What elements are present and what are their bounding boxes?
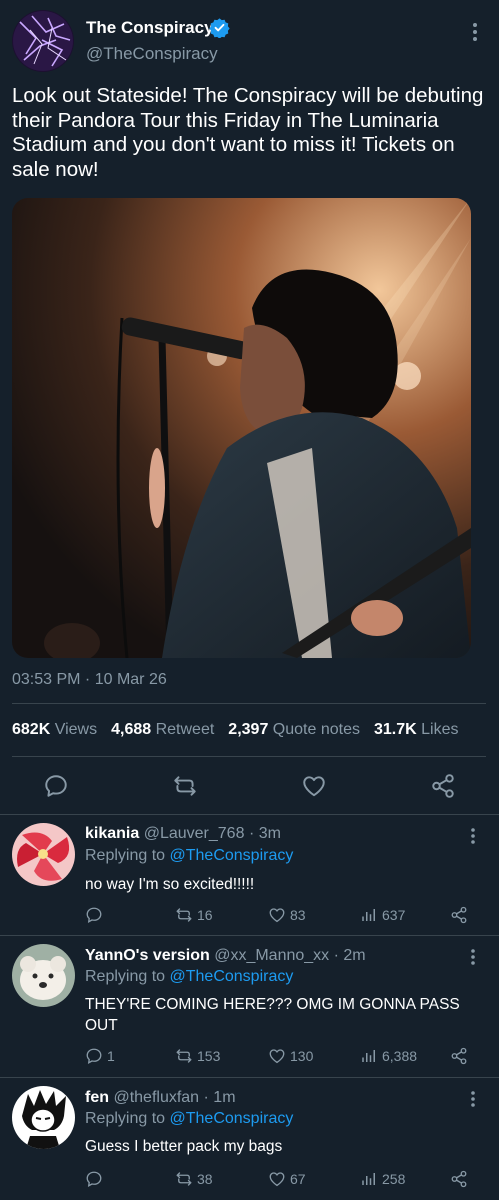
- author-handle[interactable]: @TheConspiracy: [86, 44, 218, 64]
- views-count: 6,388: [382, 1048, 418, 1064]
- replying-to-mention[interactable]: @TheConspiracy: [170, 968, 294, 985]
- replying-to-mention[interactable]: @TheConspiracy: [170, 1110, 294, 1127]
- reply-text: THEY'RE COMING HERE??? OMG IM GONNA PASS…: [85, 996, 460, 1034]
- share-icon: [451, 1170, 467, 1188]
- heart-icon: [269, 1049, 285, 1064]
- tweet-timestamp[interactable]: 03:53 PM · 10 Mar 26: [12, 671, 167, 689]
- more-icon[interactable]: [467, 1090, 479, 1108]
- replying-label: Replying to: [85, 847, 166, 864]
- replying-to-mention[interactable]: @TheConspiracy: [170, 847, 294, 864]
- share-icon: [451, 1047, 467, 1065]
- views-count: 637: [382, 907, 406, 923]
- reply-action-share[interactable]: [450, 905, 472, 925]
- reply-action-views[interactable]: 637: [360, 905, 405, 925]
- retweet-count: 153: [197, 1048, 221, 1064]
- tweet-action-bar: [0, 770, 499, 802]
- views-icon: [362, 1173, 375, 1185]
- reply-action-retweet[interactable]: 16: [175, 905, 213, 925]
- views-icon: [362, 1050, 375, 1062]
- verified-badge-icon: [209, 18, 230, 38]
- reply-time[interactable]: · 3m: [249, 825, 281, 842]
- retweets-stat[interactable]: 4,688 Retweet: [111, 721, 214, 738]
- author-avatar[interactable]: [12, 10, 74, 72]
- heart-icon[interactable]: [301, 773, 327, 799]
- reply-time[interactable]: · 1m: [204, 1089, 236, 1106]
- reply-avatar[interactable]: [12, 944, 75, 1007]
- heart-icon: [269, 1172, 285, 1187]
- views-stat[interactable]: 682K Views: [12, 721, 97, 738]
- reply-action-retweet[interactable]: 153: [175, 1046, 220, 1066]
- reply-avatar[interactable]: [12, 1086, 75, 1149]
- like-count: 83: [290, 907, 306, 923]
- reply-icon: [86, 1171, 102, 1187]
- reply-icon: [86, 907, 102, 923]
- reply-item[interactable]: fen @thefluxfan · 1m Replying to @TheCon…: [0, 1078, 499, 1200]
- reply-action-views[interactable]: 258: [360, 1169, 405, 1189]
- reply-author-name[interactable]: kikania: [85, 825, 139, 842]
- more-icon[interactable]: [467, 827, 479, 845]
- like-count: 67: [290, 1171, 306, 1187]
- reply-author-handle[interactable]: @Lauver_768: [144, 825, 245, 842]
- likes-stat[interactable]: 31.7K Likes: [374, 721, 459, 738]
- replying-label: Replying to: [85, 968, 166, 985]
- tweet-text: Look out Stateside! The Conspiracy will …: [12, 84, 484, 181]
- reply-text: Guess I better pack my bags: [85, 1138, 283, 1155]
- retweet-icon: [176, 1049, 192, 1063]
- views-count: 258: [382, 1171, 406, 1187]
- reply-action-like[interactable]: 83: [268, 905, 306, 925]
- share-icon[interactable]: [430, 773, 456, 799]
- author-name[interactable]: The Conspiracy: [86, 18, 214, 38]
- reply-action-like[interactable]: 130: [268, 1046, 313, 1066]
- reply-author-name[interactable]: fen: [85, 1089, 109, 1106]
- reply-author-name[interactable]: YannO's version: [85, 947, 210, 964]
- more-icon[interactable]: [468, 22, 482, 42]
- divider: [12, 703, 486, 704]
- tweet-stats: 682K Views 4,688 Retweet 2,397 Quote notes…: [12, 721, 492, 739]
- retweet-count: 16: [197, 907, 213, 923]
- share-icon: [451, 906, 467, 924]
- reply-item[interactable]: YannO's version @xx_Manno_xx · 2m Replyi…: [0, 936, 499, 1077]
- retweet-icon: [176, 1172, 192, 1186]
- reply-action-reply[interactable]: 1: [85, 1046, 115, 1066]
- reply-action-reply[interactable]: [85, 905, 107, 925]
- reply-action-share[interactable]: [450, 1046, 472, 1066]
- reply-text: no way I'm so excited!!!!!: [85, 876, 255, 893]
- reply-item[interactable]: kikania @Lauver_768 · 3m Replying to @Th…: [0, 815, 499, 935]
- more-icon[interactable]: [467, 948, 479, 966]
- reply-time[interactable]: · 2m: [334, 947, 366, 964]
- reply-avatar[interactable]: [12, 823, 75, 886]
- views-icon: [362, 909, 375, 921]
- reply-action-share[interactable]: [450, 1169, 472, 1189]
- reply-action-retweet[interactable]: 38: [175, 1169, 213, 1189]
- tweet-header: The Conspiracy @TheConspiracy: [12, 10, 488, 72]
- reply-action-views[interactable]: 6,388: [360, 1046, 417, 1066]
- reply-count: 1: [107, 1048, 115, 1064]
- heart-icon: [269, 908, 285, 923]
- reply-icon[interactable]: [43, 773, 69, 799]
- like-count: 130: [290, 1048, 314, 1064]
- reply-author-handle[interactable]: @thefluxfan: [113, 1089, 199, 1106]
- reply-action-like[interactable]: 67: [268, 1169, 306, 1189]
- retweet-icon[interactable]: [172, 773, 198, 799]
- reply-icon: [86, 1048, 102, 1064]
- quotes-stat[interactable]: 2,397 Quote notes: [228, 721, 360, 738]
- tweet-media-photo[interactable]: [12, 198, 471, 658]
- retweet-icon: [176, 908, 192, 922]
- retweet-count: 38: [197, 1171, 213, 1187]
- reply-author-handle[interactable]: @xx_Manno_xx: [214, 947, 329, 964]
- replying-label: Replying to: [85, 1110, 166, 1127]
- divider: [12, 756, 486, 757]
- reply-action-reply[interactable]: [85, 1169, 107, 1189]
